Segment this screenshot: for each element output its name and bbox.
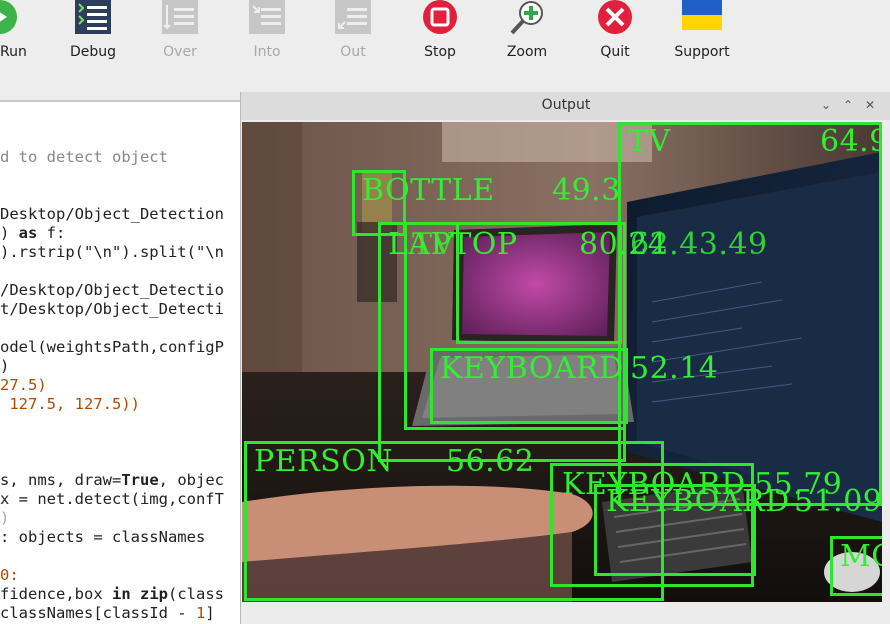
toolbar: Run Debug Over Into Out Stop Zoom Quit S… xyxy=(0,0,890,100)
step-over-label: Over xyxy=(163,44,197,60)
detection-score-keyboard-1: 52.14 xyxy=(630,351,719,386)
step-out-label: Out xyxy=(340,44,366,60)
code-line: 0: xyxy=(0,566,19,584)
code-line: ).rstrip("\n").split("\n xyxy=(0,243,224,261)
code-line: Desktop/Object_Detection xyxy=(0,205,224,223)
code-line: ) xyxy=(0,509,10,527)
code-line: s, nms, draw=True, objec xyxy=(0,471,224,489)
detection-score-keyboard-3: 51.09 xyxy=(794,484,882,519)
code-line: x = net.detect(img,confT xyxy=(0,490,224,508)
code-line: 27.5) xyxy=(0,376,47,394)
step-out-button[interactable]: Out xyxy=(313,0,393,70)
code-line: classNames[classId - 1] xyxy=(0,604,215,622)
detection-label-keyboard-3: KEYBOARD xyxy=(606,484,790,519)
output-window: Output ⌄ ⌃ ✕ TV 64.9 BOTTLE 49.3 LAPTOP … xyxy=(240,92,890,624)
code-line: : objects = classNames xyxy=(0,528,206,546)
code-line: d to detect object xyxy=(0,148,168,166)
output-titlebar[interactable]: Output ⌄ ⌃ ✕ xyxy=(241,92,890,120)
code-editor[interactable]: d to detect object Desktop/Object_Detect… xyxy=(0,102,240,624)
detection-label-person: PERSON xyxy=(254,444,394,479)
detection-score-bottle: 49.3 xyxy=(552,173,621,208)
debug-label: Debug xyxy=(69,44,117,60)
step-over-icon xyxy=(162,0,198,34)
thonny-ide: Run Debug Over Into Out Stop Zoom Quit S… xyxy=(0,0,890,624)
step-over-button[interactable]: Over xyxy=(140,0,220,70)
camera-frame: TV 64.9 BOTTLE 49.3 LAPTOP TV 80.24 62.4… xyxy=(242,122,882,602)
detection-label-tv-2: TV xyxy=(412,227,455,262)
stop-icon xyxy=(423,0,457,34)
code-line: t/Desktop/Object_Detecti xyxy=(0,300,224,318)
close-icon[interactable]: ✕ xyxy=(861,96,879,114)
code-line: ) as f: xyxy=(0,224,66,242)
detection-label-tv: TV xyxy=(628,124,671,159)
code-line: ) xyxy=(0,357,10,375)
detection-label-keyboard-1: KEYBOARD xyxy=(440,351,624,386)
code-line: 127.5, 127.5)) xyxy=(0,395,140,413)
minimize-icon[interactable]: ⌄ xyxy=(817,96,835,114)
stop-button[interactable]: Stop xyxy=(400,0,480,70)
zoom-label: Zoom xyxy=(506,44,548,60)
step-into-icon xyxy=(249,0,285,34)
detection-label-bottle: BOTTLE xyxy=(362,173,495,208)
detection-score-tv: 64.9 xyxy=(820,124,882,159)
zoom-icon xyxy=(510,1,543,35)
quit-icon xyxy=(598,0,632,34)
maximize-icon[interactable]: ⌃ xyxy=(839,96,857,114)
zoom-button[interactable]: Zoom xyxy=(487,0,567,70)
output-title: Output xyxy=(541,97,591,113)
step-into-button[interactable]: Into xyxy=(227,0,307,70)
code-line: fidence,box in zip(class xyxy=(0,585,224,603)
step-into-label: Into xyxy=(253,44,281,60)
detection-score-person: 56.62 xyxy=(446,444,535,479)
step-out-icon xyxy=(335,0,371,34)
debug-icon xyxy=(75,0,111,34)
debug-button[interactable]: Debug xyxy=(53,0,133,70)
stop-label: Stop xyxy=(424,44,456,60)
run-button[interactable]: Run xyxy=(0,0,40,70)
run-icon xyxy=(0,0,17,34)
support-button[interactable]: Support xyxy=(662,0,742,70)
code-line: /Desktop/Object_Detectio xyxy=(0,281,224,299)
ukraine-flag-icon xyxy=(682,0,722,30)
quit-button[interactable]: Quit xyxy=(575,0,655,70)
support-label: Support xyxy=(674,44,730,60)
quit-label: Quit xyxy=(600,44,630,60)
run-label: Run xyxy=(0,44,27,60)
code-line: odel(weightsPath,configP xyxy=(0,338,224,356)
detection-score-tv-2: 62.43.49 xyxy=(630,227,768,262)
detection-label-mouse: MO xyxy=(840,539,882,574)
